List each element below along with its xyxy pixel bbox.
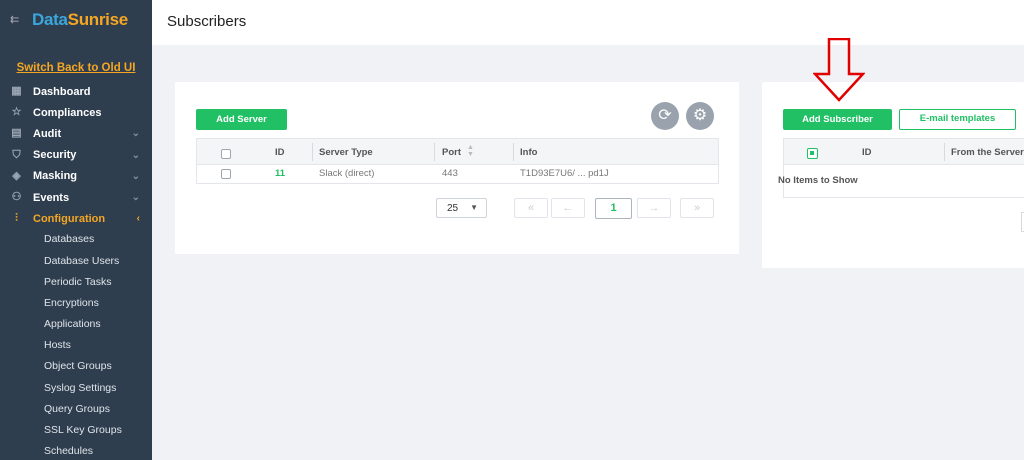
sidebar-item-object-groups[interactable]: Object Groups — [0, 356, 152, 377]
page-header: Subscribers — [152, 0, 1024, 45]
subscribers-table: ID From the Server No Items to Show — [778, 138, 1024, 198]
dashboard-icon: ▦ — [11, 85, 22, 98]
gear-icon[interactable]: ⚙ — [686, 102, 714, 130]
sidebar-item-query-groups[interactable]: Query Groups — [0, 399, 152, 420]
sidebar-item-ssl-key-groups[interactable]: SSL Key Groups — [0, 420, 152, 441]
servers-table: ID Server Type Port ▲ ▼ Info 11 Slack (di… — [196, 138, 719, 184]
nav-item-configuration[interactable]: ⫶ Configuration ‹ — [0, 208, 152, 229]
sidebar-item-syslog-settings[interactable]: Syslog Settings — [0, 378, 152, 399]
column-divider[interactable] — [312, 143, 313, 161]
column-divider[interactable] — [944, 143, 945, 161]
servers-panel: Add Server ⟳ ⚙ ID Server Type Port ▲ ▼ In… — [175, 82, 739, 254]
audit-icon: ▤ — [11, 127, 22, 140]
column-header-from-server[interactable]: From the Server — [951, 147, 1024, 158]
chevron-down-icon: ⌄ — [131, 191, 140, 203]
prev-page-button[interactable]: ← — [551, 198, 585, 218]
shield-icon: ⛉ — [12, 148, 21, 161]
sidebar: ⇇ DataSunrise Switch Back to Old UI ▦ Das… — [0, 0, 152, 460]
chevron-down-icon: ⌄ — [131, 170, 140, 182]
sidebar-item-applications[interactable]: Applications — [0, 314, 152, 335]
annotation-arrow-icon — [813, 38, 865, 102]
chevron-down-icon: ⌄ — [131, 149, 140, 161]
add-server-button[interactable]: Add Server — [196, 109, 287, 130]
server-id-link[interactable]: 11 — [275, 168, 285, 179]
refresh-icon[interactable]: ⟳ — [651, 102, 679, 130]
sliders-icon: ⫶ — [15, 212, 18, 225]
column-divider[interactable] — [434, 143, 435, 161]
column-header-id[interactable]: ID — [275, 147, 285, 158]
masking-icon: ◈ — [12, 169, 21, 182]
column-divider[interactable] — [513, 143, 514, 161]
sort-icon[interactable]: ▲ ▼ — [467, 144, 474, 158]
subscribers-panel: Add Subscriber E-mail templates ID From … — [762, 82, 1024, 268]
port-cell: 443 — [442, 168, 458, 179]
empty-row: No Items to Show — [778, 165, 1024, 195]
sidebar-item-schedules[interactable]: Schedules — [0, 441, 152, 460]
page-title: Subscribers — [167, 13, 247, 30]
collapse-menu-icon[interactable]: ⇇ — [10, 15, 24, 26]
add-subscriber-button[interactable]: Add Subscriber — [783, 109, 892, 130]
star-icon: ☆ — [11, 106, 22, 119]
brand-logo[interactable]: DataSunrise — [32, 10, 128, 30]
sidebar-item-database-users[interactable]: Database Users — [0, 251, 152, 272]
main-nav: ▦ Dashboard ☆ Compliances ▤ Audit ⌄ ⛉ Securit… — [0, 81, 152, 460]
select-all-checkbox[interactable] — [807, 148, 818, 159]
next-page-button[interactable]: → — [637, 198, 671, 218]
empty-state-text: No Items to Show — [778, 175, 858, 186]
table-header: ID Server Type Port ▲ ▼ Info — [197, 139, 718, 165]
column-header-id[interactable]: ID — [862, 147, 872, 158]
page-size-select[interactable]: 25 ▼ — [436, 198, 487, 218]
table-row[interactable]: 11 Slack (direct) 443 T1D93E7U6/ ... pd1… — [197, 165, 718, 182]
row-checkbox[interactable] — [221, 169, 231, 179]
chevron-down-icon: ▼ — [470, 203, 478, 212]
nav-item-events[interactable]: ⚇ Events ⌄ — [0, 187, 152, 208]
select-all-checkbox[interactable] — [221, 149, 231, 159]
nav-item-dashboard[interactable]: ▦ Dashboard — [0, 81, 152, 102]
first-page-button[interactable]: « — [514, 198, 548, 218]
column-header-info[interactable]: Info — [520, 147, 537, 158]
column-header-port[interactable]: Port — [442, 147, 461, 158]
nav-item-masking[interactable]: ◈ Masking ⌄ — [0, 166, 152, 187]
nav-item-audit[interactable]: ▤ Audit ⌄ — [0, 123, 152, 144]
current-page-indicator[interactable]: 1 — [595, 198, 632, 219]
sidebar-item-databases[interactable]: Databases — [0, 229, 152, 250]
sidebar-item-encryptions[interactable]: Encryptions — [0, 293, 152, 314]
table-header: ID From the Server — [784, 139, 1024, 165]
info-cell: T1D93E7U6/ ... pd1J — [520, 168, 609, 179]
column-header-server-type[interactable]: Server Type — [319, 147, 373, 158]
server-type-cell: Slack (direct) — [319, 168, 375, 179]
nav-item-compliances[interactable]: ☆ Compliances — [0, 102, 152, 123]
sidebar-item-periodic-tasks[interactable]: Periodic Tasks — [0, 272, 152, 293]
last-page-button[interactable]: » — [680, 198, 714, 218]
email-templates-button[interactable]: E-mail templates — [899, 109, 1016, 130]
nav-item-security[interactable]: ⛉ Security ⌄ — [0, 145, 152, 166]
binoculars-icon: ⚇ — [11, 191, 22, 204]
sidebar-header: ⇇ DataSunrise — [0, 0, 152, 40]
switch-old-ui-link[interactable]: Switch Back to Old UI — [0, 61, 152, 75]
chevron-down-icon: ⌄ — [131, 128, 140, 140]
sidebar-item-hosts[interactable]: Hosts — [0, 335, 152, 356]
chevron-left-icon: ‹ — [136, 213, 140, 225]
